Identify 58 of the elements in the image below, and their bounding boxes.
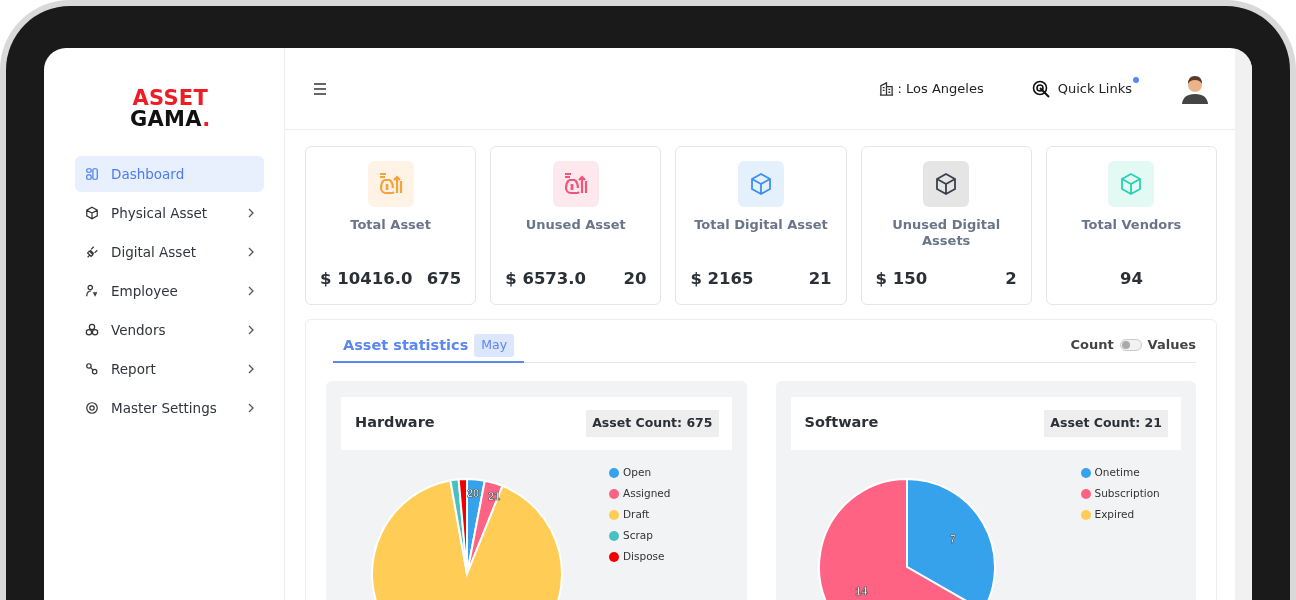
- logo: ASSET GAMA.: [130, 88, 211, 130]
- amount-value: $ 150: [875, 268, 928, 291]
- sidebar-item[interactable]: Digital Asset: [75, 234, 264, 270]
- legend-label: Expired: [1094, 507, 1135, 523]
- legend-label: Scrap: [623, 528, 653, 544]
- legend-dot: [609, 489, 619, 500]
- plug-icon: [85, 245, 99, 259]
- legend-dot: [609, 531, 619, 542]
- count-value: 2: [1005, 268, 1017, 291]
- asset-count-label: Asset Count: 21: [1044, 409, 1168, 437]
- amount-value: $ 10416.0: [320, 268, 413, 291]
- count-label: Count: [1070, 336, 1114, 355]
- building-icon: [878, 81, 894, 96]
- sidebar-item[interactable]: Master Settings: [75, 390, 264, 426]
- card-title: Total Asset: [350, 217, 431, 234]
- quick-links-button[interactable]: Quick Links: [1031, 78, 1132, 99]
- count-value: 94: [1119, 268, 1143, 291]
- card-title: Unused Digital Assets: [891, 217, 1002, 250]
- sidebar-item[interactable]: Report: [75, 351, 264, 387]
- avatar-icon[interactable]: [1180, 73, 1210, 104]
- card-title: Total Digital Asset: [694, 217, 828, 234]
- location-text: : Los Angeles: [897, 79, 984, 98]
- legend-dot: [1080, 510, 1091, 521]
- slice-value-label: 14: [854, 585, 867, 598]
- legend-dot: [1080, 489, 1091, 500]
- legend-dot: [1080, 468, 1091, 479]
- count-value: 21: [808, 268, 832, 291]
- legend-label: Open: [623, 465, 652, 481]
- count-value: 675: [426, 268, 462, 291]
- slice-value-label: 7: [949, 532, 956, 545]
- target-cursor-icon: [1031, 79, 1050, 98]
- count-value: 20: [623, 268, 647, 291]
- amount-value: $ 2165: [690, 268, 754, 291]
- legend-dot: [609, 468, 619, 479]
- values-label: Values: [1147, 336, 1196, 355]
- legend-dot: [609, 552, 619, 563]
- panel-title: Hardware: [355, 413, 435, 433]
- legend-label: Onetime: [1094, 465, 1140, 481]
- legend-dot: [609, 510, 619, 521]
- legend-label: Dispose: [623, 549, 665, 565]
- count-values-switch[interactable]: [1119, 338, 1142, 351]
- card-title: Total Vendors: [1081, 217, 1182, 234]
- month-label: May: [474, 334, 515, 357]
- sidebar-item[interactable]: Vendors: [75, 312, 264, 348]
- asset-count-label: Asset Count: 675: [586, 409, 719, 437]
- sidebar-item[interactable]: Employee: [75, 273, 264, 309]
- circles-icon: [85, 323, 99, 337]
- legend-label: Draft: [623, 507, 650, 523]
- legend-label: Subscription: [1094, 486, 1160, 502]
- card-title: Unused Asset: [525, 217, 626, 234]
- user-star-icon: [85, 284, 99, 298]
- link-icon: [85, 362, 99, 376]
- panel-title: Software: [804, 413, 879, 433]
- legend-label: Assigned: [623, 486, 671, 502]
- sidebar-item[interactable]: Physical Asset: [75, 195, 264, 231]
- dashboard-icon: [85, 167, 99, 181]
- cube-icon: [85, 206, 99, 220]
- amount-value: $ 6573.0: [505, 268, 587, 291]
